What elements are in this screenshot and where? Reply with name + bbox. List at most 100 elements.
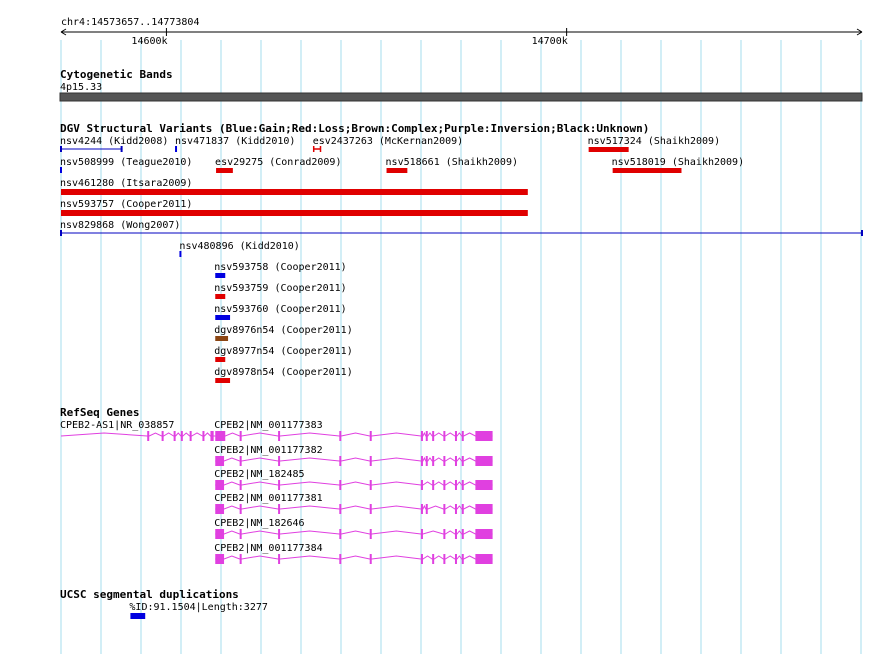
refseq-exon[interactable] [369, 480, 372, 490]
refseq-exon[interactable] [475, 529, 493, 539]
dgv-feature-bar[interactable] [215, 315, 231, 320]
refseq-exon[interactable] [420, 504, 423, 514]
refseq-intron-line[interactable] [215, 456, 493, 462]
refseq-exon[interactable] [461, 480, 464, 490]
refseq-exon[interactable] [161, 431, 164, 441]
refseq-exon[interactable] [461, 456, 464, 466]
refseq-exon[interactable] [369, 529, 372, 539]
refseq-exon[interactable] [278, 480, 281, 490]
refseq-exon[interactable] [278, 504, 281, 514]
refseq-exon[interactable] [215, 554, 225, 564]
refseq-exon[interactable] [339, 529, 342, 539]
refseq-exon[interactable] [210, 431, 214, 441]
refseq-intron-line[interactable] [215, 555, 493, 560]
refseq-exon[interactable] [475, 504, 493, 514]
refseq-exon[interactable] [239, 456, 242, 466]
refseq-exon[interactable] [443, 504, 446, 514]
refseq-exon[interactable] [475, 480, 493, 490]
dgv-feature-bar[interactable] [588, 147, 629, 152]
refseq-exon[interactable] [454, 456, 457, 466]
refseq-exon[interactable] [202, 431, 205, 441]
refseq-intron-line[interactable] [215, 431, 493, 437]
refseq-exon[interactable] [443, 456, 446, 466]
refseq-exon[interactable] [278, 529, 281, 539]
refseq-exon[interactable] [215, 504, 225, 514]
refseq-exon[interactable] [420, 480, 423, 490]
refseq-exon[interactable] [420, 456, 423, 466]
refseq-exon[interactable] [461, 554, 464, 564]
refseq-exon[interactable] [173, 431, 176, 441]
refseq-exon[interactable] [339, 480, 342, 490]
refseq-intron-line[interactable] [215, 530, 493, 535]
dgv-feature-bar[interactable] [215, 273, 226, 278]
refseq-exon[interactable] [215, 456, 225, 466]
dgv-feature-bar[interactable] [215, 357, 226, 362]
dgv-feature-bar[interactable] [215, 336, 229, 341]
dgv-feature-bar[interactable] [386, 168, 408, 173]
refseq-exon[interactable] [339, 554, 342, 564]
refseq-exon[interactable] [189, 431, 192, 441]
refseq-exon[interactable] [239, 529, 242, 539]
refseq-exon[interactable] [443, 480, 446, 490]
segdup-track-title: UCSC segmental duplications [60, 588, 239, 601]
refseq-exon[interactable] [420, 529, 423, 539]
refseq-intron-line[interactable] [215, 481, 493, 486]
refseq-exon[interactable] [369, 431, 372, 441]
refseq-exon[interactable] [454, 504, 457, 514]
refseq-exon[interactable] [339, 504, 342, 514]
refseq-exon[interactable] [425, 456, 428, 466]
dgv-feature-label: nsv593759 (Cooper2011) [214, 283, 346, 294]
refseq-exon[interactable] [339, 456, 342, 466]
refseq-exon[interactable] [215, 480, 225, 490]
refseq-exon[interactable] [420, 431, 423, 441]
dgv-feature-bar[interactable] [612, 168, 682, 173]
refseq-exon[interactable] [475, 554, 493, 564]
refseq-exon[interactable] [443, 554, 446, 564]
refseq-exon[interactable] [432, 456, 435, 466]
refseq-exon[interactable] [278, 554, 281, 564]
refseq-exon[interactable] [180, 431, 183, 441]
refseq-exon[interactable] [278, 431, 281, 441]
refseq-exon[interactable] [339, 431, 342, 441]
refseq-exon[interactable] [239, 504, 242, 514]
dgv-track-title: DGV Structural Variants (Blue:Gain;Red:L… [60, 122, 649, 135]
refseq-exon[interactable] [369, 456, 372, 466]
refseq-exon[interactable] [461, 529, 464, 539]
refseq-exon[interactable] [475, 431, 493, 441]
dgv-feature-bar[interactable] [61, 210, 528, 216]
refseq-exon[interactable] [215, 431, 226, 441]
refseq-exon[interactable] [432, 480, 435, 490]
refseq-exon[interactable] [215, 529, 225, 539]
dgv-feature-bar[interactable] [215, 294, 226, 299]
refseq-intron-line[interactable] [215, 504, 493, 510]
refseq-gene-label: CPEB2|NM_182646 [214, 518, 304, 529]
refseq-exon[interactable] [461, 431, 464, 441]
refseq-exon[interactable] [239, 431, 242, 441]
refseq-exon[interactable] [432, 554, 435, 564]
refseq-exon[interactable] [147, 431, 150, 441]
refseq-exon[interactable] [278, 456, 281, 466]
refseq-exon[interactable] [369, 504, 372, 514]
refseq-exon[interactable] [475, 456, 493, 466]
refseq-exon[interactable] [454, 480, 457, 490]
refseq-exon[interactable] [454, 431, 457, 441]
refseq-exon[interactable] [239, 480, 242, 490]
refseq-exon[interactable] [425, 431, 428, 441]
segdup-feature-bar[interactable] [130, 613, 146, 619]
refseq-exon[interactable] [425, 504, 428, 514]
refseq-exon[interactable] [461, 504, 464, 514]
dgv-feature-bar[interactable] [216, 168, 233, 173]
refseq-exon[interactable] [239, 554, 242, 564]
refseq-exon[interactable] [443, 431, 446, 441]
dgv-feature-bar[interactable] [61, 189, 528, 195]
refseq-exon[interactable] [432, 431, 435, 441]
refseq-exon[interactable] [420, 554, 423, 564]
cytoband-bar[interactable] [59, 92, 863, 102]
refseq-exon[interactable] [454, 529, 457, 539]
refseq-exon[interactable] [443, 529, 446, 539]
refseq-intron-line[interactable] [60, 432, 216, 437]
refseq-exon[interactable] [369, 554, 372, 564]
dgv-feature-bar[interactable] [215, 378, 231, 383]
dgv-feature-label: nsv518661 (Shaikh2009) [386, 157, 518, 168]
refseq-exon[interactable] [454, 554, 457, 564]
